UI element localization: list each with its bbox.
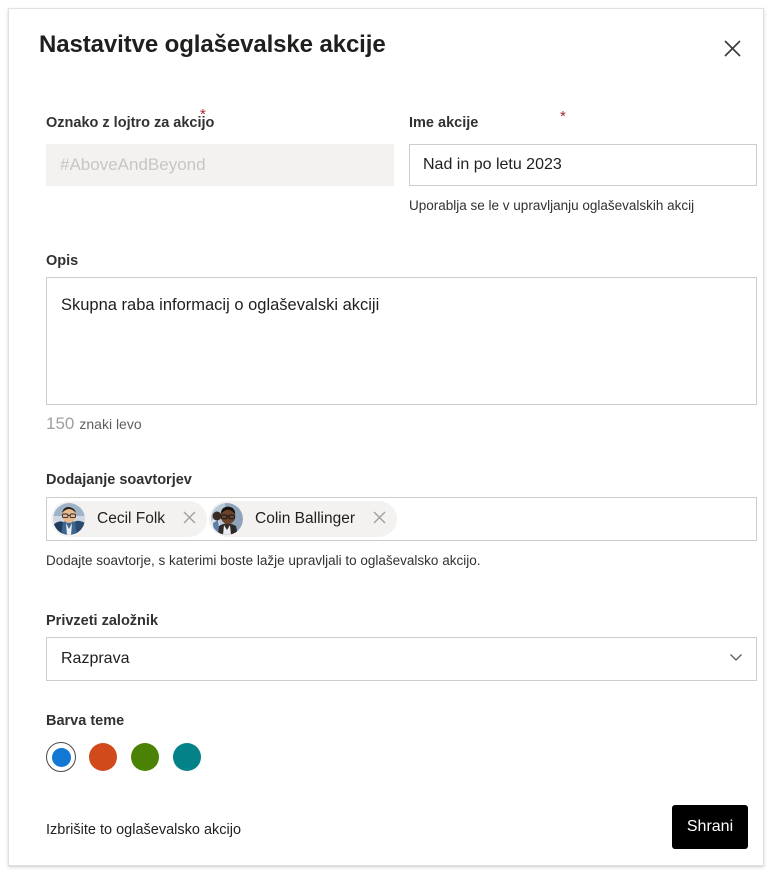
theme-swatch-blue[interactable] bbox=[46, 742, 76, 772]
dialog-header: Nastavitve oglaševalske akcije bbox=[9, 9, 763, 87]
swatch-dot bbox=[51, 747, 71, 767]
campaign-settings-dialog: Nastavitve oglaševalske akcije Oznako z … bbox=[8, 8, 764, 866]
person-chip-name: Cecil Folk bbox=[97, 510, 166, 527]
hashtag-label: Oznako z lojtro za akcijo bbox=[46, 115, 215, 131]
theme-swatch-green[interactable] bbox=[130, 742, 160, 772]
campaign-name-label: Ime akcije bbox=[409, 115, 479, 131]
campaign-name-input[interactable] bbox=[409, 144, 757, 186]
coauthors-input[interactable]: Cecil Folk Colin Ballinger bbox=[46, 497, 757, 541]
avatar bbox=[211, 503, 244, 535]
swatch-dot bbox=[131, 743, 159, 771]
coauthors-helper-text: Dodajte soavtorje, s katerimi boste lažj… bbox=[46, 553, 481, 568]
coauthors-label: Dodajanje soavtorjev bbox=[46, 472, 192, 488]
theme-color-label: Barva teme bbox=[46, 713, 125, 729]
person-chip[interactable]: Colin Ballinger bbox=[209, 501, 397, 537]
campaign-name-helper-text: Uporablja se le v upravljanju oglaševals… bbox=[409, 198, 695, 213]
swatch-dot bbox=[89, 743, 117, 771]
characters-left-count: 150 bbox=[46, 414, 75, 433]
default-publisher-label: Privzeti založnik bbox=[46, 613, 159, 629]
swatch-dot bbox=[173, 743, 201, 771]
person-chip-name: Colin Ballinger bbox=[255, 510, 355, 527]
hashtag-input[interactable] bbox=[46, 144, 394, 186]
person-chip[interactable]: Cecil Folk bbox=[51, 501, 208, 537]
save-button[interactable]: Shrani bbox=[672, 805, 748, 849]
theme-swatch-orange[interactable] bbox=[88, 742, 118, 772]
campaign-name-required-asterisk: * bbox=[560, 108, 566, 125]
dialog-body: Oznako z lojtro za akcijo * Ime akcije *… bbox=[9, 87, 763, 865]
remove-person-button[interactable] bbox=[175, 505, 203, 533]
description-textarea[interactable] bbox=[46, 277, 757, 405]
theme-color-swatches bbox=[46, 742, 202, 772]
default-publisher-value: Razprava bbox=[61, 650, 130, 667]
avatar bbox=[53, 503, 85, 535]
close-icon bbox=[373, 511, 386, 527]
close-button[interactable] bbox=[713, 29, 751, 67]
remove-person-button[interactable] bbox=[365, 505, 393, 533]
page-title: Nastavitve oglaševalske akcije bbox=[39, 31, 386, 58]
close-icon bbox=[723, 39, 741, 57]
delete-campaign-link[interactable]: Izbrišite to oglaševalsko akcijo bbox=[46, 822, 241, 838]
default-publisher-select[interactable]: Razprava bbox=[46, 637, 757, 681]
description-label: Opis bbox=[46, 253, 79, 269]
chevron-down-icon bbox=[728, 649, 744, 670]
character-counter: 150 znaki levo bbox=[46, 414, 142, 434]
theme-swatch-teal[interactable] bbox=[172, 742, 202, 772]
close-icon bbox=[183, 511, 196, 527]
characters-left-label: znaki levo bbox=[79, 416, 142, 432]
hashtag-required-asterisk: * bbox=[200, 106, 206, 123]
